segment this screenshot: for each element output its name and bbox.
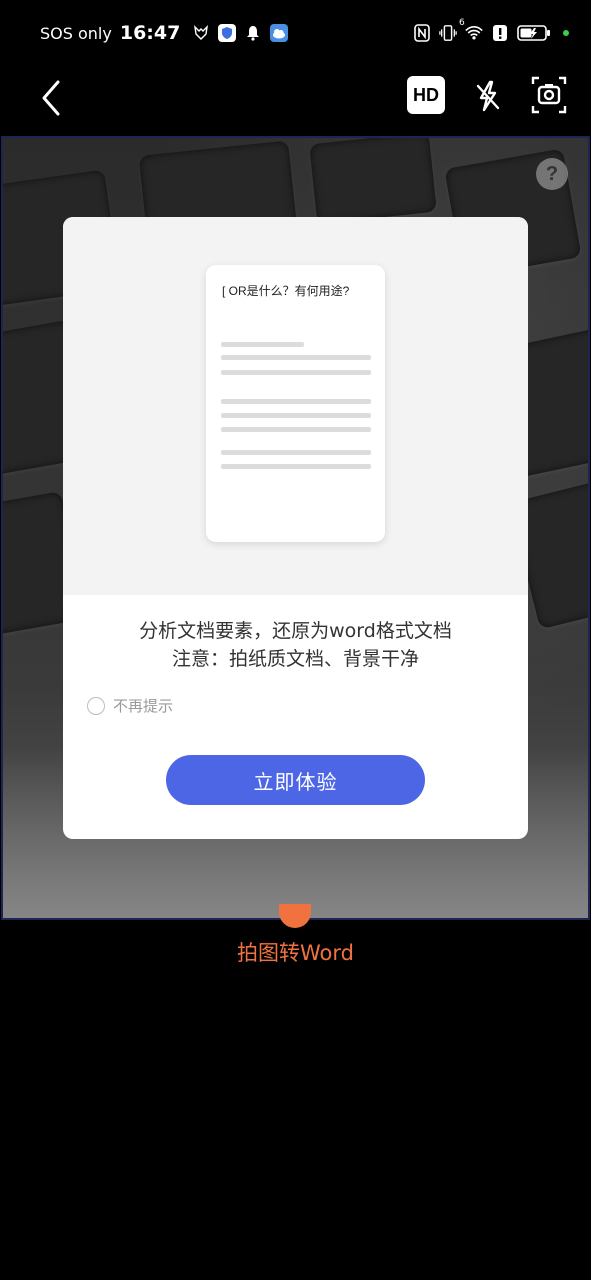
mode-indicator: [279, 904, 311, 928]
dialog-description-line2: 注意：拍纸质文档、背景干净: [171, 648, 419, 670]
document-line: [221, 355, 371, 360]
wifi-icon: 6: [459, 18, 483, 42]
status-left: SOS only 16:47: [40, 22, 289, 44]
hd-toggle-button[interactable]: HD: [407, 76, 445, 114]
vibrate-icon: [439, 24, 457, 42]
back-icon: [42, 80, 60, 116]
document-title: [ OR是什么？有何用途?: [222, 284, 350, 298]
fox-icon: [192, 24, 210, 42]
document-line: [221, 399, 371, 404]
carrier-text: SOS only: [40, 23, 112, 43]
status-right: 6: [413, 18, 569, 42]
document-illustration: [ OR是什么？有何用途?: [206, 265, 385, 542]
alert-icon: [491, 24, 509, 42]
document-line: [221, 450, 371, 455]
dialog-description: 分析文档要素，还原为word格式文档 注意：拍纸质文档、背景干净: [63, 617, 528, 673]
help-button[interactable]: ?: [536, 158, 568, 190]
back-button[interactable]: [36, 78, 68, 118]
feature-intro-dialog: [ OR是什么？有何用途? 分析文档要素，还原为word格式文档 注意：拍纸质文…: [63, 217, 528, 839]
flash-off-icon: [476, 80, 500, 112]
shield-icon: [218, 24, 237, 42]
wifi-badge: 6: [459, 18, 465, 28]
document-line: [221, 413, 371, 418]
status-bar: SOS only 16:47 6: [0, 0, 591, 66]
mode-label[interactable]: 拍图转Word: [0, 937, 591, 967]
document-line: [221, 427, 371, 432]
dont-show-again-checkbox[interactable]: [87, 696, 105, 715]
dont-show-again-row[interactable]: 不再提示: [87, 695, 173, 716]
dialog-description-line1: 分析文档要素，还原为word格式文档: [139, 620, 452, 642]
weather-icon: [270, 24, 289, 42]
flash-toggle-button[interactable]: [474, 76, 502, 116]
dont-show-again-label: 不再提示: [113, 697, 174, 715]
camera-switch-button[interactable]: [531, 76, 567, 114]
clock: 16:47: [119, 22, 181, 44]
document-line: [221, 370, 371, 375]
document-line: [221, 464, 371, 469]
camera-switch-icon: [531, 76, 567, 114]
bell-icon: [244, 24, 262, 42]
document-line: [221, 342, 304, 347]
dialog-illustration: [ OR是什么？有何用途?: [63, 217, 528, 595]
camera-toolbar: HD: [0, 66, 591, 134]
nfc-icon: [413, 24, 431, 42]
try-now-button[interactable]: 立即体验: [166, 755, 425, 805]
privacy-indicator: [563, 30, 569, 36]
battery-charging-icon: [517, 24, 551, 42]
keyboard-key: [309, 138, 437, 225]
